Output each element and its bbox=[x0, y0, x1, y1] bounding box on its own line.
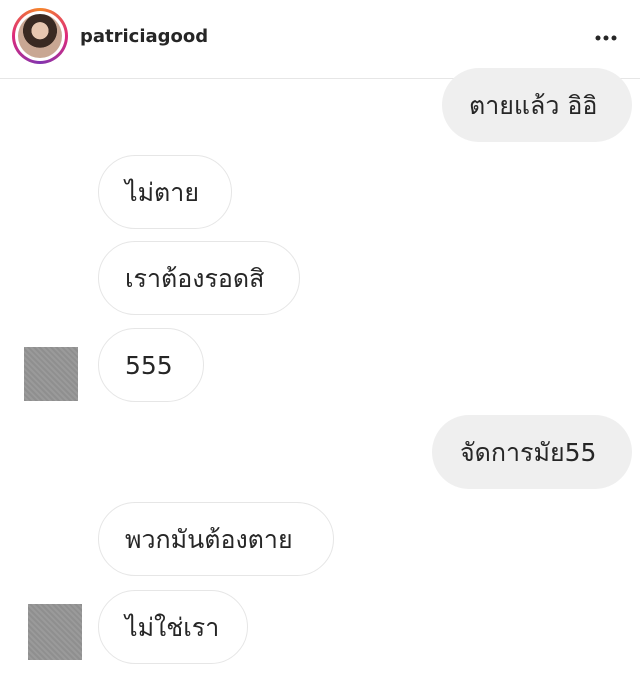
message-text: จัดการมัย55 bbox=[460, 437, 597, 467]
message-bubble-received: ไม่ใช่เรา bbox=[98, 590, 248, 664]
message-bubble-received: 555 bbox=[98, 328, 204, 402]
message-text: เราต้องรอดสิ bbox=[125, 263, 265, 293]
profile-avatar[interactable] bbox=[12, 8, 68, 64]
redacted-avatar bbox=[24, 347, 78, 401]
message-bubble-sent: จัดการมัย55 bbox=[432, 415, 632, 489]
message-bubble-received: พวกมันต้องตาย bbox=[98, 502, 334, 576]
more-horizontal-icon[interactable] bbox=[592, 28, 620, 48]
message-text: 555 bbox=[125, 350, 173, 380]
message-text: พวกมันต้องตาย bbox=[125, 524, 293, 554]
avatar-photo bbox=[18, 14, 62, 58]
message-text: ตายแล้ว อิอิ bbox=[469, 90, 598, 120]
message-bubble-received: ไม่ตาย bbox=[98, 155, 232, 229]
message-bubble-sent: ตายแล้ว อิอิ bbox=[442, 68, 632, 142]
message-text: ไม่ตาย bbox=[125, 177, 199, 207]
redacted-avatar bbox=[28, 604, 82, 660]
message-text: ไม่ใช่เรา bbox=[125, 612, 220, 642]
username[interactable]: patriciagood bbox=[80, 26, 208, 47]
message-bubble-received: เราต้องรอดสิ bbox=[98, 241, 300, 315]
